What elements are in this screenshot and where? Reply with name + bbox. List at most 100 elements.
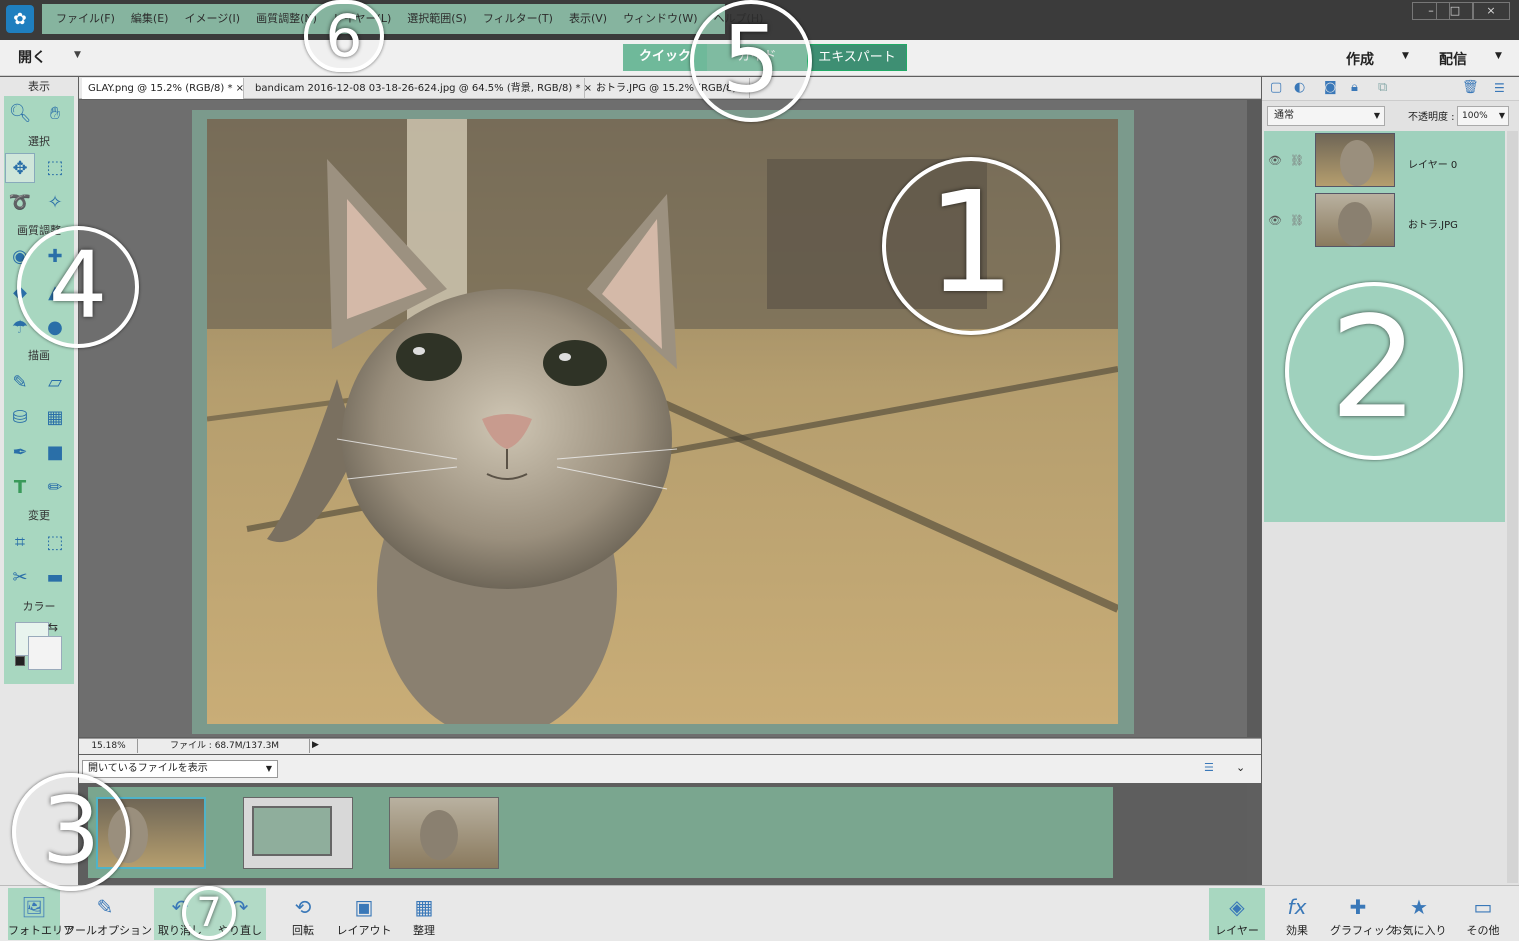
rotate-icon: ⟲: [294, 895, 312, 919]
magic-wand-tool-icon[interactable]: ✧: [40, 188, 70, 218]
photo-bin-highlight: [88, 787, 1113, 878]
zoom-tool-icon[interactable]: 🔍︎: [5, 99, 35, 129]
rotate-button[interactable]: ⟲ 回転: [280, 888, 326, 940]
layer-mask-icon[interactable]: ◙: [1324, 80, 1337, 95]
toolbox-section-modify: 変更: [28, 509, 50, 522]
swap-colors-icon[interactable]: ⇆: [48, 620, 58, 634]
visibility-eye-icon[interactable]: 👁︎: [1268, 154, 1282, 167]
photo-bin-select-value: 開いているファイルを表示: [88, 763, 208, 774]
paint-bucket-tool-icon[interactable]: ⛁: [5, 403, 35, 433]
status-menu-arrow-icon[interactable]: ▶: [312, 740, 319, 750]
layer-name[interactable]: レイヤー 0: [1408, 156, 1457, 171]
shape-tool-icon[interactable]: ■: [40, 438, 70, 468]
photo-bin-button[interactable]: 🖼︎ フォトエリア: [8, 888, 74, 940]
brush-tool-icon[interactable]: ✎: [5, 368, 35, 398]
mode-expert-tab[interactable]: エキスパート: [807, 44, 907, 71]
content-aware-move-tool-icon[interactable]: ✂: [5, 563, 35, 593]
annotation-4: 4: [17, 226, 139, 348]
more-button[interactable]: ▭ その他: [1458, 888, 1508, 940]
link-chain-icon[interactable]: ⛓︎: [1290, 154, 1304, 167]
annotation-5: 5: [690, 0, 812, 122]
tab-label: bandicam 2016-12-08 03-18-26-624.jpg @ 6…: [255, 83, 581, 94]
tab-label: GLAY.png @ 15.2% (RGB/8) *: [88, 83, 233, 94]
plus-icon: ✚: [1349, 895, 1367, 919]
maximize-button[interactable]: □: [1436, 2, 1474, 20]
window-icon: ▭: [1473, 895, 1493, 919]
menu-image[interactable]: イメージ(I): [176, 10, 248, 28]
graphics-button[interactable]: ✚ グラフィック: [1330, 888, 1396, 940]
menu-view[interactable]: 表示(V): [561, 10, 615, 28]
blend-mode-select[interactable]: 通常 ▼: [1267, 106, 1385, 126]
photo-bin-select[interactable]: 開いているファイルを表示 ▼: [82, 760, 278, 778]
adjustment-layer-icon[interactable]: ◐: [1294, 80, 1305, 95]
opacity-input[interactable]: 100% ▼: [1457, 106, 1509, 126]
share-caret-icon[interactable]: ▼: [1495, 51, 1502, 61]
menu-select[interactable]: 選択範囲(S): [399, 10, 475, 28]
background-color-swatch[interactable]: [28, 636, 62, 670]
document-tab[interactable]: bandicam 2016-12-08 03-18-26-624.jpg @ 6…: [249, 78, 592, 99]
tool-options-button[interactable]: ✎ ツールオプション: [64, 888, 152, 940]
collapse-chevron-icon[interactable]: ⌄: [1236, 761, 1245, 774]
zoom-level[interactable]: 15.18%: [80, 739, 138, 753]
text-tool-icon[interactable]: T: [5, 473, 35, 503]
menu-edit[interactable]: 編集(E): [123, 10, 177, 28]
annotation-2: 2: [1285, 282, 1463, 460]
marquee-tool-icon[interactable]: ⬚: [40, 153, 70, 183]
straighten-tool-icon[interactable]: ▬: [40, 563, 70, 593]
organizer-grid-icon: ▦: [414, 895, 434, 919]
annotation-7: 7: [182, 886, 236, 940]
effects-button[interactable]: fx 効果: [1274, 888, 1320, 940]
hand-tool-icon[interactable]: ✋︎: [40, 99, 70, 129]
open-caret-icon[interactable]: ▼: [74, 50, 81, 60]
photo-bin-menu-icon[interactable]: ☰: [1204, 761, 1214, 774]
trash-icon[interactable]: 🗑︎: [1462, 80, 1479, 95]
canvas-vertical-scrollbar[interactable]: [1247, 100, 1261, 737]
star-icon: ★: [1410, 895, 1428, 919]
favorites-button[interactable]: ★ お気に入り: [1390, 888, 1448, 940]
layer-name[interactable]: おトラ.JPG: [1408, 216, 1458, 231]
photo-bin-icon: 🖼︎: [21, 895, 47, 919]
lasso-tool-icon[interactable]: ➰: [5, 188, 35, 218]
toolbox-section-select: 選択: [28, 135, 50, 148]
photo-bin-thumbnail[interactable]: [243, 797, 353, 869]
create-caret-icon[interactable]: ▼: [1402, 51, 1409, 61]
eraser-tool-icon[interactable]: ▱: [40, 368, 70, 398]
annotation-1: 1: [882, 157, 1060, 335]
lock-all-icon[interactable]: ⧉: [1378, 80, 1387, 95]
layout-button[interactable]: ▣ レイアウト: [336, 888, 392, 940]
menu-window[interactable]: ウィンドウ(W): [615, 10, 705, 28]
toolbox-section-draw: 描画: [28, 349, 50, 362]
lock-icon[interactable]: 🔒︎: [1351, 80, 1358, 95]
opacity-value: 100%: [1462, 111, 1488, 121]
panel-menu-icon[interactable]: ☰: [1494, 81, 1505, 95]
organizer-button[interactable]: ▦ 整理: [402, 888, 446, 940]
layer-thumbnail[interactable]: [1315, 133, 1395, 187]
share-button[interactable]: 配信: [1439, 49, 1467, 69]
create-button[interactable]: 作成: [1346, 49, 1374, 69]
recompose-tool-icon[interactable]: ⬚: [40, 528, 70, 558]
eyedropper-tool-icon[interactable]: ✒: [5, 438, 35, 468]
photo-bin-thumbnail[interactable]: [389, 797, 499, 869]
fx-icon: fx: [1287, 895, 1307, 919]
layer-thumbnail[interactable]: [1315, 193, 1395, 247]
crop-tool-icon[interactable]: ⌗: [5, 528, 35, 558]
move-tool-icon[interactable]: ✥: [5, 153, 35, 183]
pencil-tool-icon[interactable]: ✏: [40, 473, 70, 503]
link-chain-icon[interactable]: ⛓︎: [1290, 214, 1304, 227]
annotation-3: 3: [12, 773, 130, 891]
app-logo-icon: ✿: [6, 5, 34, 33]
open-button[interactable]: 開く: [18, 47, 46, 67]
menu-file[interactable]: ファイル(F): [48, 10, 123, 28]
gradient-tool-icon[interactable]: ▦: [40, 403, 70, 433]
tab-close-icon[interactable]: ×: [236, 83, 244, 94]
layers-scrollbar[interactable]: [1507, 131, 1518, 883]
new-layer-icon[interactable]: ▢: [1270, 80, 1282, 95]
close-button[interactable]: ×: [1472, 2, 1510, 20]
visibility-eye-icon[interactable]: 👁︎: [1268, 214, 1282, 227]
document-tab-active[interactable]: GLAY.png @ 15.2% (RGB/8) * ×: [82, 78, 244, 99]
menu-filter[interactable]: フィルター(T): [475, 10, 561, 28]
annotation-6: 6: [304, 0, 384, 72]
layout-icon: ▣: [354, 895, 374, 919]
layers-button[interactable]: ◈ レイヤー: [1209, 888, 1265, 940]
default-colors-icon[interactable]: [15, 656, 25, 666]
